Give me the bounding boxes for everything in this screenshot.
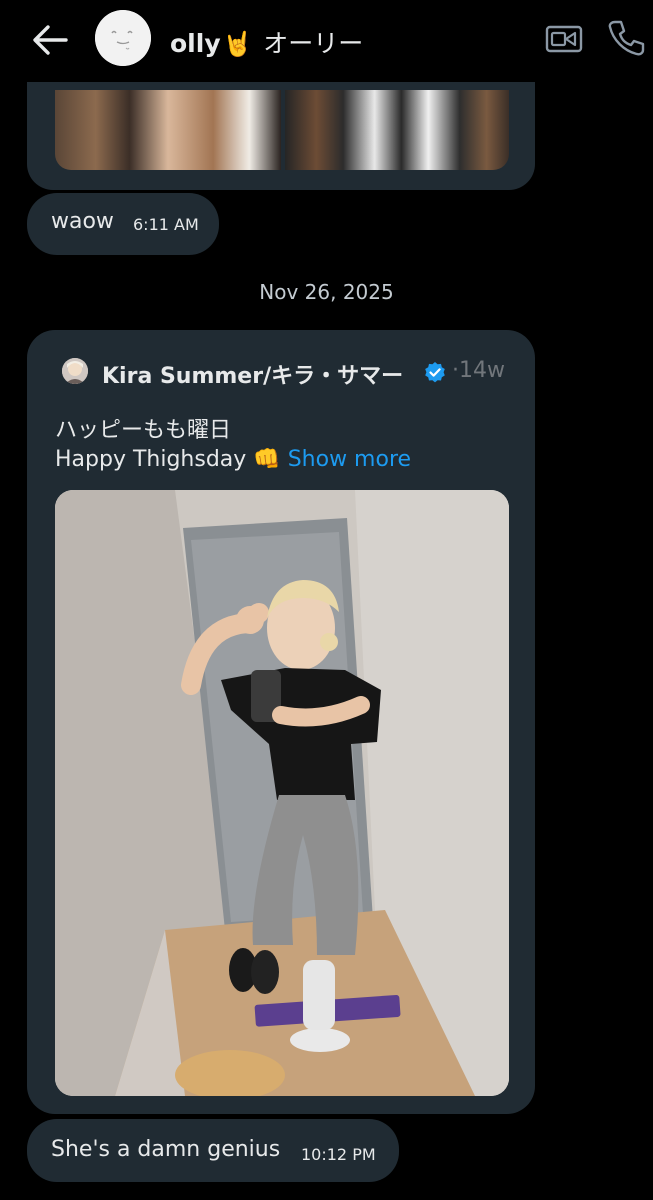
message-text: She's a damn genius <box>51 1137 281 1162</box>
rock-hand-icon: 🤘 <box>222 30 253 58</box>
show-more-link[interactable]: Show more <box>288 447 411 472</box>
post-text-en: Happy Thighsday <box>55 447 247 472</box>
message-timestamp: 10:12 PM <box>301 1145 376 1164</box>
avatar[interactable] <box>95 10 151 66</box>
avatar-face-icon <box>95 10 151 66</box>
post-age-value: 14w <box>459 358 505 383</box>
post-text-line: Happy Thighsday 👊 Show more <box>55 447 411 472</box>
video-call-icon[interactable] <box>545 22 583 54</box>
post-author-avatar[interactable] <box>62 358 88 384</box>
verified-badge-icon <box>425 362 445 383</box>
post-author-name[interactable]: Kira Summer/キラ・サマー <box>102 358 403 390</box>
contact-name-jp: オーリー <box>263 29 364 58</box>
message-timestamp: 6:11 AM <box>133 215 199 234</box>
media-image-right[interactable] <box>285 90 509 170</box>
contact-name-text: olly <box>170 29 221 58</box>
message-bubble[interactable]: waow 6:11 AM <box>27 193 219 255</box>
post-photo[interactable] <box>55 490 509 1096</box>
message-bubble[interactable]: She's a damn genius 10:12 PM <box>27 1119 399 1182</box>
fist-emoji-icon: 👊 <box>253 447 281 472</box>
date-divider: Nov 26, 2025 <box>259 280 394 304</box>
author-avatar-image <box>62 358 88 384</box>
phone-icon[interactable] <box>606 18 646 58</box>
message-text: waow <box>51 209 114 234</box>
arrow-left-icon[interactable] <box>30 22 70 58</box>
post-text-line-jp: ハッピーもも曜日 <box>55 418 232 443</box>
post-age: ·14w <box>452 358 505 383</box>
mirror-selfie-illustration <box>55 490 509 1096</box>
contact-name[interactable]: olly🤘 オーリー <box>170 24 363 60</box>
conversation-header: olly🤘 オーリー <box>0 0 653 82</box>
media-image-left[interactable] <box>55 90 281 170</box>
